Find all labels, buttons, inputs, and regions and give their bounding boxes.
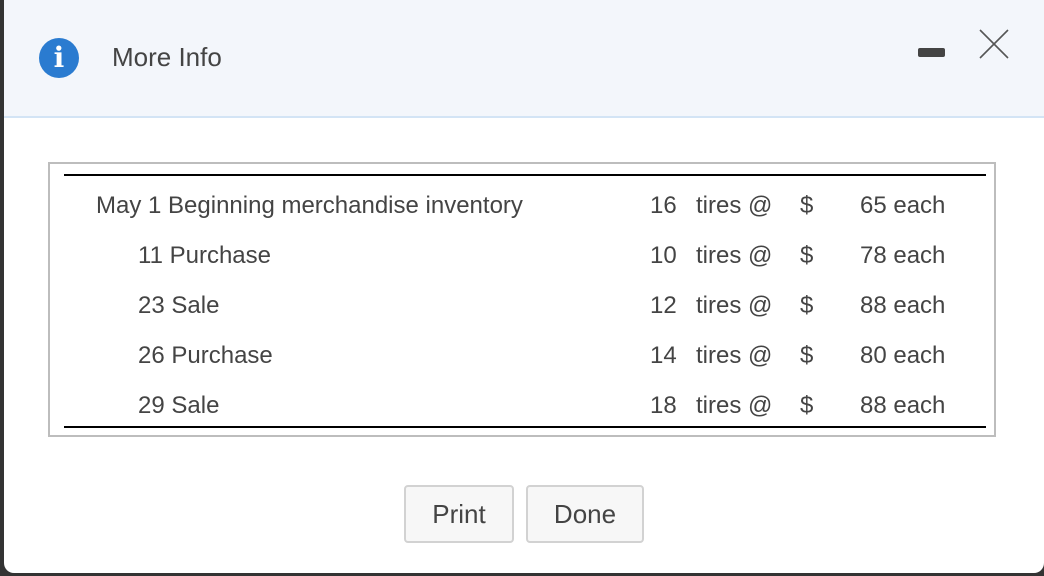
dialog-title: More Info — [112, 42, 222, 72]
row-date: 29 — [138, 392, 165, 419]
info-icon: i — [39, 38, 79, 78]
table-row: 23 Sale 12 tires @ $ 88 each — [50, 292, 994, 322]
row-unit: tires @ — [696, 292, 773, 319]
row-date-description: 11 Purchase — [138, 242, 271, 270]
row-date-description: 23 Sale — [138, 292, 219, 320]
row-description: Sale — [171, 392, 220, 419]
row-date-description: 29 Sale — [138, 392, 219, 420]
more-info-dialog: i More Info May 1 Beginning merchandise … — [4, 0, 1044, 573]
row-currency: $ — [800, 192, 814, 219]
row-price: 78 each — [860, 242, 946, 269]
row-currency: $ — [800, 392, 814, 419]
row-unit: tires @ — [696, 242, 773, 269]
row-date: 23 — [138, 292, 165, 319]
row-description: Purchase — [171, 342, 273, 369]
row-price: 88 each — [860, 392, 946, 419]
row-currency: $ — [800, 242, 814, 269]
inventory-table: May 1 Beginning merchandise inventory 16… — [48, 162, 996, 437]
row-date: 26 — [138, 342, 165, 369]
row-quantity: 10 — [650, 242, 677, 269]
row-description: Purchase — [169, 242, 271, 269]
row-date-description: 26 Purchase — [138, 342, 273, 370]
row-unit: tires @ — [696, 192, 773, 219]
row-currency: $ — [800, 342, 814, 369]
row-date-description: May 1 Beginning merchandise inventory — [96, 192, 523, 220]
table-row: May 1 Beginning merchandise inventory 16… — [50, 192, 994, 222]
row-currency: $ — [800, 292, 814, 319]
table-top-rule — [64, 174, 986, 176]
row-quantity: 12 — [650, 292, 677, 319]
row-price: 80 each — [860, 342, 946, 369]
row-quantity: 14 — [650, 342, 677, 369]
row-quantity: 18 — [650, 392, 677, 419]
done-button[interactable]: Done — [526, 485, 644, 543]
row-unit: tires @ — [696, 342, 773, 369]
table-row: 26 Purchase 14 tires @ $ 80 each — [50, 342, 994, 372]
table-row: 29 Sale 18 tires @ $ 88 each — [50, 392, 994, 422]
row-quantity: 16 — [650, 192, 677, 219]
table-row: 11 Purchase 10 tires @ $ 78 each — [50, 242, 994, 272]
table-bottom-rule — [64, 426, 986, 428]
row-date: May 1 — [96, 192, 162, 219]
row-unit: tires @ — [696, 392, 773, 419]
dialog-header: i More Info — [4, 0, 1044, 118]
print-button[interactable]: Print — [404, 485, 514, 543]
row-price: 88 each — [860, 292, 946, 319]
close-icon[interactable] — [978, 28, 1010, 60]
row-price: 65 each — [860, 192, 946, 219]
minimize-button[interactable] — [918, 48, 945, 57]
row-description: Sale — [171, 292, 220, 319]
row-description: Beginning merchandise inventory — [168, 192, 523, 219]
row-date: 11 — [138, 242, 163, 269]
